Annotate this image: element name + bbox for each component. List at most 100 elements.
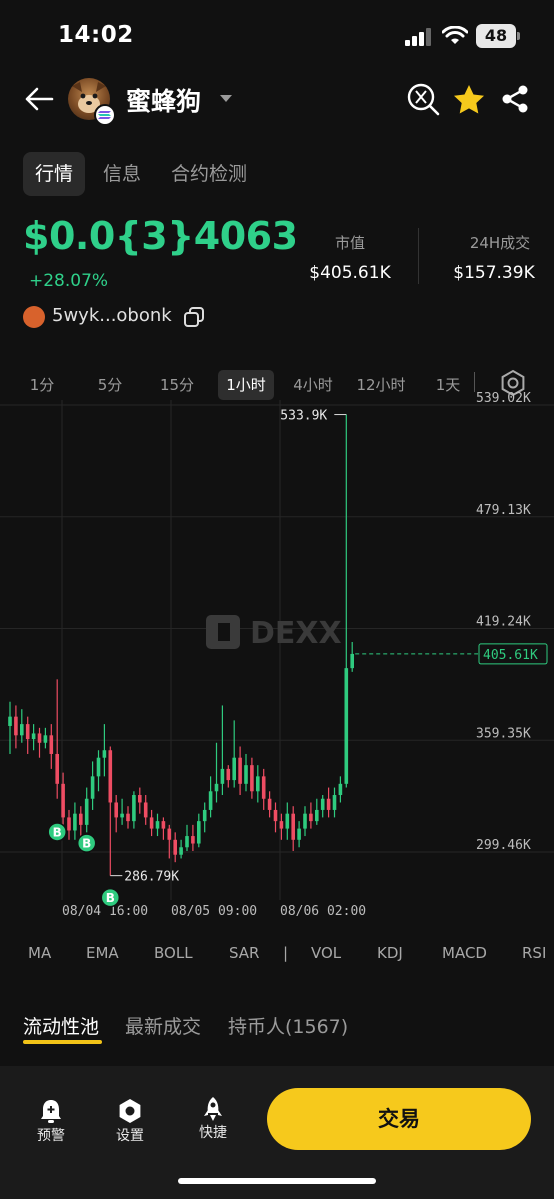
watermark: DEXX bbox=[206, 615, 342, 651]
x-tick-label: 08/06 02:00 bbox=[280, 904, 366, 919]
token-name[interactable]: 蜜蜂狗 bbox=[126, 82, 201, 118]
candle-body bbox=[273, 809, 278, 822]
low-price-label: 286.79K bbox=[124, 870, 179, 885]
candle-body bbox=[120, 813, 124, 818]
indicator-kdj[interactable]: KDJ bbox=[377, 944, 403, 962]
current-price-label: 405.61K bbox=[483, 648, 538, 663]
y-tick-label: 299.46K bbox=[476, 838, 531, 853]
candle-body bbox=[55, 753, 59, 784]
candle-body bbox=[250, 765, 254, 792]
candle-body bbox=[114, 802, 118, 818]
settings-label[interactable]: 设置 bbox=[105, 1125, 155, 1145]
tab-latest-trades[interactable]: 最新成交 bbox=[125, 1012, 201, 1039]
candle-body bbox=[185, 836, 189, 848]
share-icon[interactable] bbox=[500, 84, 530, 114]
candle-body bbox=[8, 716, 12, 726]
candle-body bbox=[214, 783, 219, 792]
status-time: 14:02 bbox=[58, 22, 134, 48]
candle-body bbox=[96, 757, 101, 777]
alert-icon[interactable] bbox=[38, 1098, 64, 1124]
candle-body bbox=[191, 836, 195, 844]
candle-body bbox=[267, 798, 272, 810]
tab-info[interactable]: 信息 bbox=[103, 152, 141, 196]
candle-body bbox=[14, 716, 18, 736]
candle-body bbox=[202, 809, 207, 822]
candle-body bbox=[108, 750, 113, 803]
y-tick-label: 539.02K bbox=[476, 391, 531, 406]
settings-icon[interactable] bbox=[117, 1098, 143, 1124]
candle-body bbox=[31, 733, 36, 740]
candle-body bbox=[20, 724, 24, 736]
candle-body bbox=[303, 813, 307, 829]
buy-marker-label: B bbox=[82, 837, 91, 851]
quick-label[interactable]: 快捷 bbox=[188, 1122, 238, 1142]
candle-body bbox=[326, 798, 331, 810]
candle-body bbox=[37, 733, 42, 743]
indicator-separator: | bbox=[283, 944, 289, 962]
candle-body bbox=[149, 817, 154, 829]
x-tick-label: 08/04 16:00 bbox=[62, 904, 148, 919]
trade-button[interactable]: 交易 bbox=[267, 1088, 531, 1150]
y-tick-label: 479.13K bbox=[476, 503, 531, 518]
tab-market[interactable]: 行情 bbox=[23, 152, 85, 196]
candle-body bbox=[226, 768, 231, 781]
rocket-icon[interactable] bbox=[200, 1096, 226, 1122]
candle-body bbox=[79, 813, 83, 825]
candle-body bbox=[67, 817, 71, 831]
candle-body bbox=[320, 798, 325, 810]
stats-divider bbox=[418, 228, 419, 284]
wifi-icon bbox=[442, 26, 468, 44]
indicator-sar[interactable]: SAR bbox=[229, 944, 259, 962]
indicator-rsi[interactable]: RSI bbox=[522, 944, 546, 962]
alert-label[interactable]: 预警 bbox=[26, 1125, 76, 1145]
candle-body bbox=[350, 653, 354, 669]
market-cap-value: $405.61K bbox=[309, 263, 391, 283]
candle-body bbox=[338, 783, 343, 796]
chevron-down-icon[interactable] bbox=[219, 94, 233, 104]
tab-contract-check[interactable]: 合约检测 bbox=[171, 152, 247, 196]
candle-body bbox=[244, 765, 248, 784]
volume-24h-label: 24H成交 bbox=[469, 234, 531, 252]
indicator-ma[interactable]: MA bbox=[28, 944, 51, 962]
search-x-icon[interactable] bbox=[406, 82, 440, 116]
candle-body bbox=[132, 795, 136, 822]
candle-body bbox=[232, 757, 236, 781]
market-cap-label: 市值 bbox=[334, 234, 365, 252]
candle-body bbox=[73, 813, 77, 831]
candle-body bbox=[61, 783, 65, 818]
indicator-macd[interactable]: MACD bbox=[442, 944, 487, 962]
active-tab-underline bbox=[23, 1040, 102, 1044]
candle-body bbox=[155, 821, 160, 829]
candle-body bbox=[238, 757, 242, 784]
home-indicator bbox=[178, 1178, 376, 1184]
creator-avatar bbox=[23, 306, 45, 328]
candle-body bbox=[90, 776, 95, 799]
candle-body bbox=[173, 839, 177, 855]
contract-address[interactable]: 5wyk...obonk bbox=[52, 305, 172, 326]
signal-icon bbox=[405, 28, 431, 46]
solana-chain-icon bbox=[94, 104, 116, 126]
high-price-label: 533.9K bbox=[280, 409, 327, 424]
candle-body bbox=[43, 735, 48, 743]
copy-icon[interactable] bbox=[183, 306, 205, 328]
candle-body bbox=[84, 798, 89, 825]
indicator-vol[interactable]: VOL bbox=[311, 944, 341, 962]
price-chart[interactable]: DEXX 539.02K 479.13K 419.24K 359.35K 299.46K… bbox=[0, 390, 554, 920]
token-price: $0.0{3}4063 bbox=[23, 214, 298, 258]
indicator-ema[interactable]: EMA bbox=[86, 944, 119, 962]
tab-holders[interactable]: 持币人(1567) bbox=[228, 1012, 348, 1039]
candle-body bbox=[344, 668, 349, 784]
candle-body bbox=[261, 776, 266, 799]
indicator-boll[interactable]: BOLL bbox=[154, 944, 193, 962]
candle-body bbox=[309, 813, 313, 822]
back-arrow-icon[interactable] bbox=[24, 86, 54, 112]
x-tick-label: 08/05 09:00 bbox=[171, 904, 257, 919]
candle-body bbox=[197, 821, 201, 844]
favorite-star-icon[interactable] bbox=[452, 83, 486, 115]
battery-indicator: 48 bbox=[476, 24, 516, 48]
tab-liquidity-pool[interactable]: 流动性池 bbox=[23, 1012, 99, 1039]
candle-body bbox=[256, 776, 260, 792]
candle-body bbox=[126, 813, 130, 822]
candle-body bbox=[297, 828, 301, 840]
candle-body bbox=[220, 768, 225, 784]
